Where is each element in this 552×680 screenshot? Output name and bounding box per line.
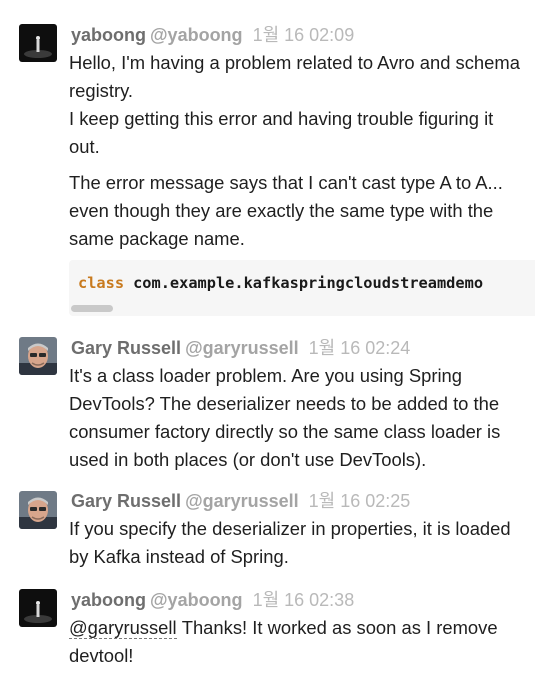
avatar[interactable]: [19, 491, 57, 529]
author-handle[interactable]: @garyrussell: [185, 338, 299, 358]
message-body: The error message says that I can't cast…: [69, 169, 539, 253]
text-line: If you specify the deserializer in prope…: [69, 518, 511, 539]
timestamp[interactable]: 1월 16 02:09: [253, 25, 355, 45]
avatar[interactable]: [19, 24, 57, 62]
code-keyword: class: [78, 274, 125, 292]
code-block[interactable]: class com.example.kafkaspringcloudstreamd…: [69, 260, 535, 316]
text-line: The error message says that I can't cast…: [69, 172, 503, 193]
timestamp[interactable]: 1월 16 02:38: [253, 590, 355, 610]
avatar[interactable]: [19, 337, 57, 375]
text-line: It's a class loader problem. Are you usi…: [69, 365, 462, 386]
author-handle[interactable]: @yaboong: [150, 25, 243, 45]
text-line: DevTools? The deserializer needs to be a…: [69, 393, 500, 414]
author-name[interactable]: Gary Russell: [71, 338, 181, 358]
text-line: used in both places (or don't use DevToo…: [69, 449, 427, 470]
text-line: registry.: [69, 80, 134, 101]
author-name[interactable]: Gary Russell: [71, 491, 181, 511]
message-header: yaboong @yaboong 1월 16 02:09: [71, 24, 354, 46]
text-line: even though they are exactly the same ty…: [69, 200, 494, 221]
message-body: @garyrussell Thanks! It worked as soon a…: [69, 614, 539, 670]
text-fragment: Thanks! It worked as soon as I remove: [181, 617, 498, 638]
code-text: com.example.kafkaspringcloudstreamdemo: [133, 274, 484, 292]
horizontal-scrollbar[interactable]: [71, 305, 113, 312]
text-line: same package name.: [69, 228, 245, 249]
author-name[interactable]: yaboong: [71, 25, 146, 45]
author-handle[interactable]: @garyrussell: [185, 491, 299, 511]
text-line: @garyrussell Thanks! It worked as soon a…: [69, 614, 539, 642]
dark-stage-avatar-icon: [19, 24, 57, 62]
text-line: by Kafka instead of Spring.: [69, 546, 289, 567]
message-header: Gary Russell @garyrussell 1월 16 02:24: [71, 337, 410, 359]
person-photo-avatar-icon: [19, 337, 57, 375]
user-mention[interactable]: @garyrussell: [69, 617, 177, 639]
author-name[interactable]: yaboong: [71, 590, 146, 610]
avatar[interactable]: [19, 589, 57, 627]
code-line: class com.example.kafkaspringcloudstreamd…: [78, 272, 483, 294]
message-body: It's a class loader problem. Are you usi…: [69, 362, 539, 474]
timestamp[interactable]: 1월 16 02:25: [309, 491, 411, 511]
message-body: If you specify the deserializer in prope…: [69, 515, 539, 571]
dark-stage-avatar-icon: [19, 589, 57, 627]
text-line: devtool!: [69, 645, 134, 666]
text-line: I keep getting this error and having tro…: [69, 108, 494, 129]
message-header: Gary Russell @garyrussell 1월 16 02:25: [71, 490, 410, 512]
message-body: Hello, I'm having a problem related to A…: [69, 49, 539, 161]
text-line: consumer factory directly so the same cl…: [69, 421, 501, 442]
author-handle[interactable]: @yaboong: [150, 590, 243, 610]
text-line: Hello, I'm having a problem related to A…: [69, 52, 520, 73]
timestamp[interactable]: 1월 16 02:24: [309, 338, 411, 358]
text-line: out.: [69, 136, 100, 157]
person-photo-avatar-icon: [19, 491, 57, 529]
message-header: yaboong @yaboong 1월 16 02:38: [71, 589, 354, 611]
